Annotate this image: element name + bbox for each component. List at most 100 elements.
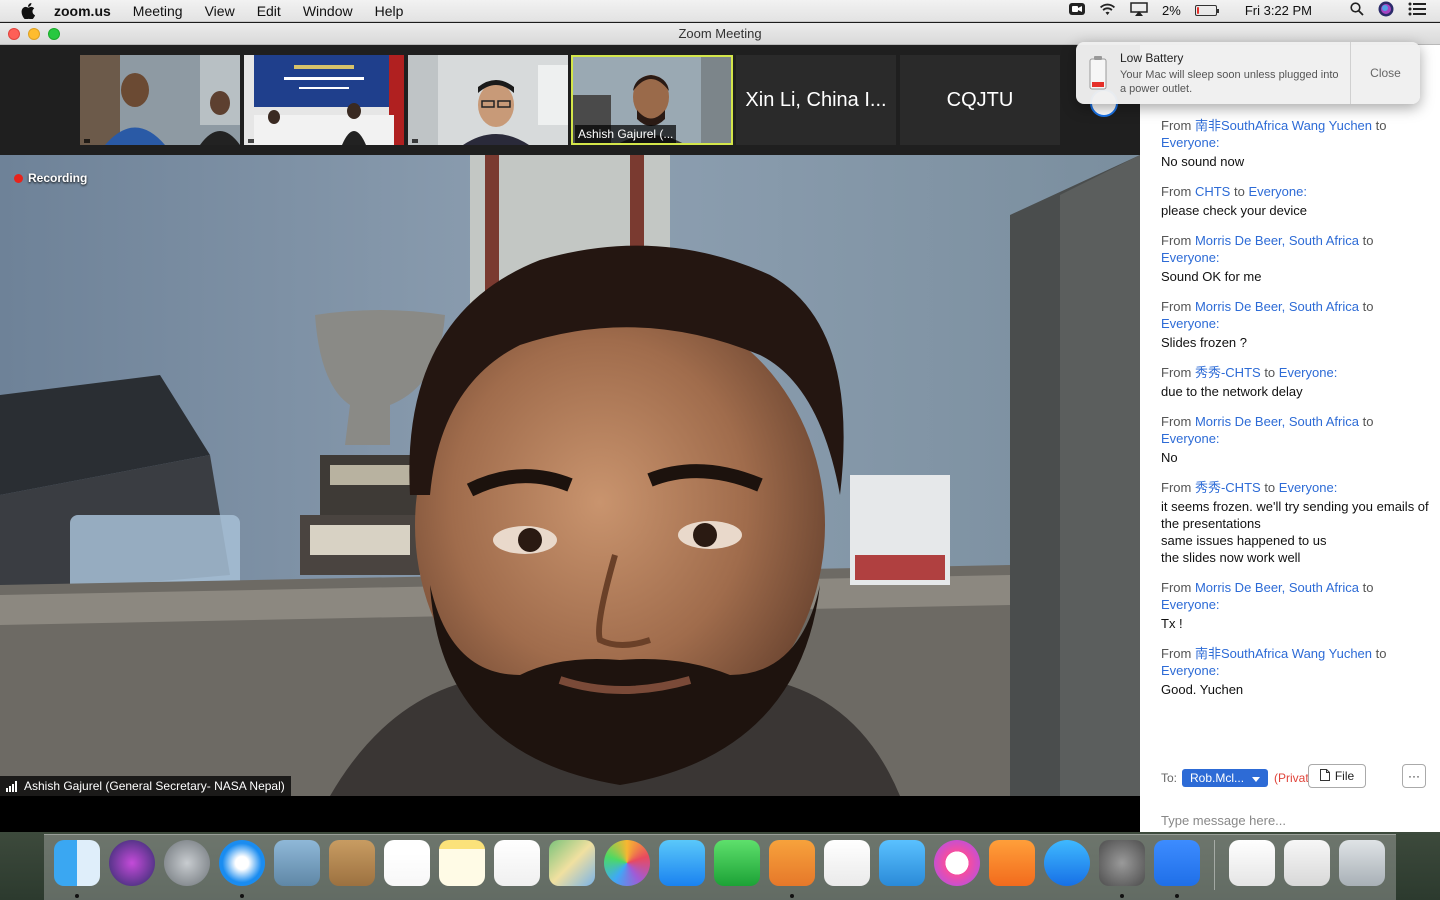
apple-icon[interactable] — [18, 0, 38, 22]
participant-name: Ashish Gajurel (... — [575, 125, 677, 143]
message-sender[interactable]: Morris De Beer, South Africa — [1195, 233, 1359, 248]
dock-running-indicator — [240, 894, 244, 898]
message-recipient[interactable]: Everyone: — [1161, 250, 1220, 265]
participant-thumbnail[interactable]: Xin Li, China I... — [736, 55, 896, 145]
message-sender[interactable]: CHTS — [1195, 184, 1230, 199]
siri-icon[interactable] — [109, 840, 155, 886]
chat-message: From CHTS to Everyone: please check your … — [1161, 183, 1431, 219]
clock[interactable]: Fri 3:22 PM — [1245, 3, 1312, 18]
zoom-status-icon[interactable] — [1069, 2, 1086, 19]
close-window-button[interactable] — [8, 28, 20, 40]
preview-icon[interactable] — [1284, 840, 1330, 886]
message-sender[interactable]: 秀秀-CHTS — [1195, 480, 1261, 495]
message-to-word: to — [1375, 646, 1387, 661]
message-recipient[interactable]: Everyone: — [1161, 135, 1220, 150]
messages-icon[interactable] — [659, 840, 705, 886]
contacts-icon[interactable] — [329, 840, 375, 886]
message-from-word: From — [1161, 118, 1192, 133]
itunes-icon[interactable] — [934, 840, 980, 886]
message-recipient[interactable]: Everyone: — [1161, 431, 1220, 446]
finder-icon[interactable] — [54, 840, 100, 886]
notification-close-button[interactable]: Close — [1350, 42, 1420, 104]
message-from-word: From — [1161, 580, 1192, 595]
notification-center-icon[interactable] — [1408, 2, 1426, 19]
zoom-window-button[interactable] — [48, 28, 60, 40]
menu-help[interactable]: Help — [364, 0, 415, 22]
chat-message: From Morris De Beer, South Africa to Eve… — [1161, 298, 1431, 351]
message-from-word: From — [1161, 233, 1192, 248]
reminders-icon[interactable] — [494, 840, 540, 886]
battery-icon[interactable] — [1194, 5, 1219, 16]
safari-icon[interactable] — [219, 840, 265, 886]
message-sender[interactable]: 南非SouthAfrica Wang Yuchen — [1195, 118, 1372, 133]
airplay-icon[interactable] — [1130, 2, 1148, 19]
menu-bar: zoom.us Meeting View Edit Window Help 2%… — [0, 0, 1440, 22]
participant-thumbnail[interactable] — [80, 55, 240, 145]
message-sender[interactable]: Morris De Beer, South Africa — [1195, 299, 1359, 314]
participant-thumbnail[interactable]: CQJTU — [900, 55, 1060, 145]
mail-bird-icon[interactable] — [274, 840, 320, 886]
participant-thumbnail-active[interactable]: Ashish Gajurel (... — [571, 55, 733, 145]
app-store-icon[interactable] — [1044, 840, 1090, 886]
chat-message-header: From 南非SouthAfrica Wang Yuchen to Everyo… — [1161, 117, 1431, 151]
wifi-icon[interactable] — [1099, 3, 1116, 19]
participant-thumbnail[interactable] — [244, 55, 404, 145]
zoom-app-icon[interactable] — [1154, 840, 1200, 886]
launchpad-icon[interactable] — [164, 840, 210, 886]
message-sender[interactable]: Morris De Beer, South Africa — [1195, 580, 1359, 595]
ibooks-icon[interactable] — [989, 840, 1035, 886]
message-recipient[interactable]: Everyone: — [1161, 663, 1220, 678]
participant-name — [248, 139, 254, 143]
more-options-button[interactable]: ··· — [1402, 764, 1426, 788]
message-recipient[interactable]: Everyone: — [1279, 365, 1338, 380]
chat-message: From Morris De Beer, South Africa to Eve… — [1161, 413, 1431, 466]
message-recipient[interactable]: Everyone: — [1161, 597, 1220, 612]
chat-message-header: From 南非SouthAfrica Wang Yuchen to Everyo… — [1161, 645, 1431, 679]
chat-message: From 秀秀-CHTS to Everyone: due to the netw… — [1161, 364, 1431, 400]
message-sender[interactable]: 南非SouthAfrica Wang Yuchen — [1195, 646, 1372, 661]
low-battery-notification: Low Battery Your Mac will sleep soon unl… — [1076, 42, 1420, 104]
facetime-icon[interactable] — [714, 840, 760, 886]
message-sender[interactable]: Morris De Beer, South Africa — [1195, 414, 1359, 429]
chat-message-input[interactable] — [1161, 813, 1421, 828]
message-recipient[interactable]: Everyone: — [1248, 184, 1307, 199]
participant-thumbnail[interactable] — [408, 55, 568, 145]
message-sender[interactable]: 秀秀-CHTS — [1195, 365, 1261, 380]
chat-message-header: From Morris De Beer, South Africa to Eve… — [1161, 232, 1431, 266]
window-title: Zoom Meeting — [678, 26, 762, 41]
participant-name — [412, 139, 418, 143]
chat-compose-area: To: Rob.Mcl... (Privately) File ··· — [1140, 763, 1440, 832]
trash-icon[interactable] — [1339, 840, 1385, 886]
recipient-select[interactable]: Rob.Mcl... — [1182, 769, 1269, 787]
message-recipient[interactable]: Everyone: — [1279, 480, 1338, 495]
menu-view[interactable]: View — [194, 0, 246, 22]
file-icon — [1319, 768, 1330, 784]
keynote-icon[interactable] — [879, 840, 925, 886]
dock-separator — [1214, 840, 1215, 890]
notes-icon[interactable] — [439, 840, 485, 886]
minimize-window-button[interactable] — [28, 28, 40, 40]
menu-window[interactable]: Window — [292, 0, 364, 22]
menu-edit[interactable]: Edit — [246, 0, 292, 22]
numbers-icon[interactable] — [824, 840, 870, 886]
chat-message-list: From 南非SouthAfrica Wang Yuchen to Everyo… — [1161, 117, 1431, 711]
siri-icon[interactable] — [1378, 1, 1394, 20]
system-preferences-icon[interactable] — [1099, 840, 1145, 886]
chat-message: From Morris De Beer, South Africa to Eve… — [1161, 232, 1431, 285]
photos-icon[interactable] — [604, 840, 650, 886]
active-speaker-video: Recording Ashish Gajurel (General Secret… — [0, 155, 1140, 796]
spotlight-icon[interactable] — [1350, 2, 1364, 19]
message-recipient[interactable]: Everyone: — [1161, 316, 1220, 331]
menu-app-zoom[interactable]: zoom.us — [38, 0, 122, 22]
file-button[interactable]: File — [1308, 764, 1366, 788]
chat-panel: From 南非SouthAfrica Wang Yuchen to Everyo… — [1140, 45, 1440, 832]
dock-running-indicator — [75, 894, 79, 898]
participant-name — [84, 139, 90, 143]
dock-running-indicator — [790, 894, 794, 898]
maps-icon[interactable] — [549, 840, 595, 886]
calendar-icon[interactable] — [384, 840, 430, 886]
menu-meeting[interactable]: Meeting — [122, 0, 194, 22]
pages-icon[interactable] — [769, 840, 815, 886]
video-area: Ashish Gajurel (... Xin Li, China I... C… — [0, 45, 1140, 832]
document-icon[interactable] — [1229, 840, 1275, 886]
